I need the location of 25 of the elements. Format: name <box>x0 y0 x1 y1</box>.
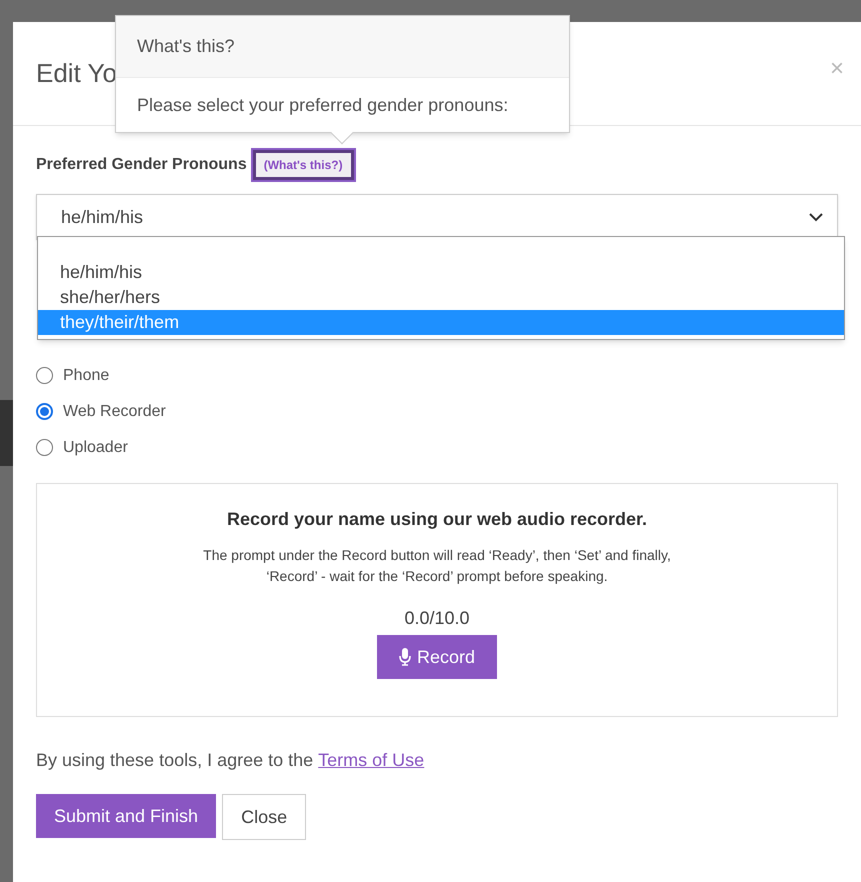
background-panel <box>0 400 13 466</box>
dropdown-option[interactable]: he/him/his <box>38 260 844 285</box>
help-link[interactable]: (What's this?) <box>252 150 354 180</box>
microphone-icon <box>398 648 411 666</box>
modal-title: Edit Yo <box>36 57 117 90</box>
terms-link[interactable]: Terms of Use <box>318 747 424 774</box>
recorder-instructions: The prompt under the Record button will read ‘Ready’, then ‘Set’ and finally, ‘Record’ - wait for the ‘Record’ prompt before speaking. <box>202 546 672 586</box>
radio-button[interactable] <box>36 439 53 456</box>
dropdown-option[interactable]: they/their/them <box>38 310 844 335</box>
close-button[interactable]: Close <box>222 794 306 840</box>
submit-button[interactable]: Submit and Finish <box>36 794 216 838</box>
radio-label: Uploader <box>63 438 128 458</box>
record-button[interactable]: Record <box>377 635 497 679</box>
recorder-heading: Record your name using our web audio recorder. <box>226 508 648 531</box>
field-label: Preferred Gender Pronouns <box>36 155 247 175</box>
terms-text: By using these tools, I agree to the <box>36 749 314 772</box>
popover-text: Please select your preferred gender pronouns: <box>136 94 510 117</box>
radio-label: Phone <box>63 366 110 386</box>
radio-label: Web Recorder <box>63 402 166 422</box>
dropdown-option[interactable]: she/her/hers <box>38 285 844 310</box>
popover-title: What's this? <box>116 16 569 78</box>
chevron-down-icon <box>809 212 823 222</box>
radio-button[interactable] <box>36 367 53 384</box>
recorder-timer: 0.0/10.0 <box>404 607 470 630</box>
radio-button[interactable] <box>36 403 53 420</box>
